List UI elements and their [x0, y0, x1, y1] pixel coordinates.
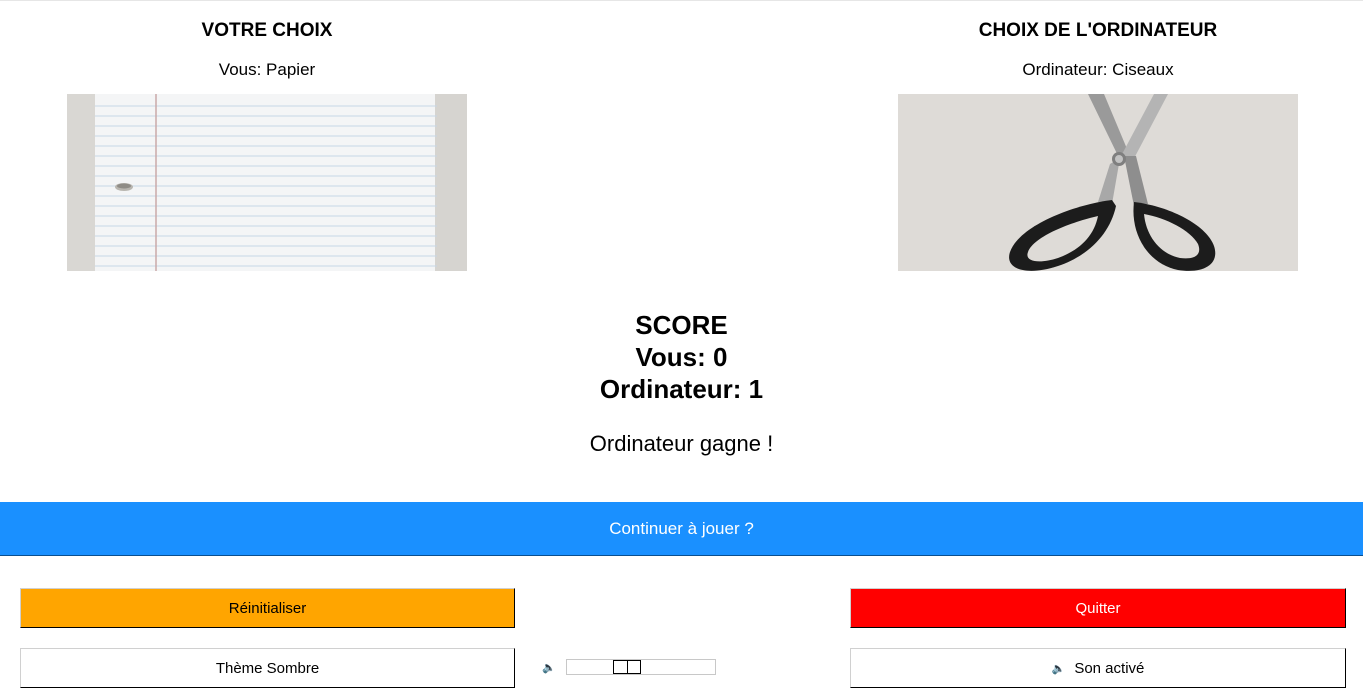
quit-button[interactable]: Quitter — [850, 588, 1346, 628]
computer-score: Ordinateur: 1 — [599, 374, 764, 404]
sound-toggle-button[interactable]: 🔈 Son activé — [850, 648, 1346, 688]
volume-slider-thumb[interactable] — [613, 660, 641, 674]
top-border — [0, 0, 1363, 1]
paper-image — [67, 94, 467, 271]
scissors-image — [898, 94, 1298, 271]
speaker-icon: 🔈 — [1051, 662, 1066, 675]
computer-choice-title: CHOIX DE L'ORDINATEUR — [978, 20, 1218, 41]
score-board: SCORE Vous: 0 Ordinateur: 1 — [0, 309, 1363, 405]
round-result: Ordinateur gagne ! — [589, 431, 774, 456]
computer-choice-text: Ordinateur: Ciseaux — [1022, 60, 1174, 79]
continue-label: Continuer à jouer ? — [609, 518, 754, 538]
speaker-icon: 🔈 — [542, 662, 556, 674]
dark-theme-button[interactable]: Thème Sombre — [20, 648, 515, 688]
sound-label: Son activé — [1074, 659, 1145, 677]
theme-label: Thème Sombre — [215, 659, 320, 677]
player-choice-text: Vous: Papier — [218, 60, 316, 79]
volume-slider[interactable] — [566, 659, 716, 675]
continue-button[interactable]: Continuer à jouer ? — [0, 502, 1363, 556]
player-choice-title: VOTRE CHOIX — [201, 20, 333, 41]
reset-label: Réinitialiser — [228, 599, 307, 617]
quit-label: Quitter — [1075, 599, 1121, 617]
score-title: SCORE — [635, 310, 728, 340]
player-score: Vous: 0 — [635, 342, 728, 372]
reset-button[interactable]: Réinitialiser — [20, 588, 515, 628]
